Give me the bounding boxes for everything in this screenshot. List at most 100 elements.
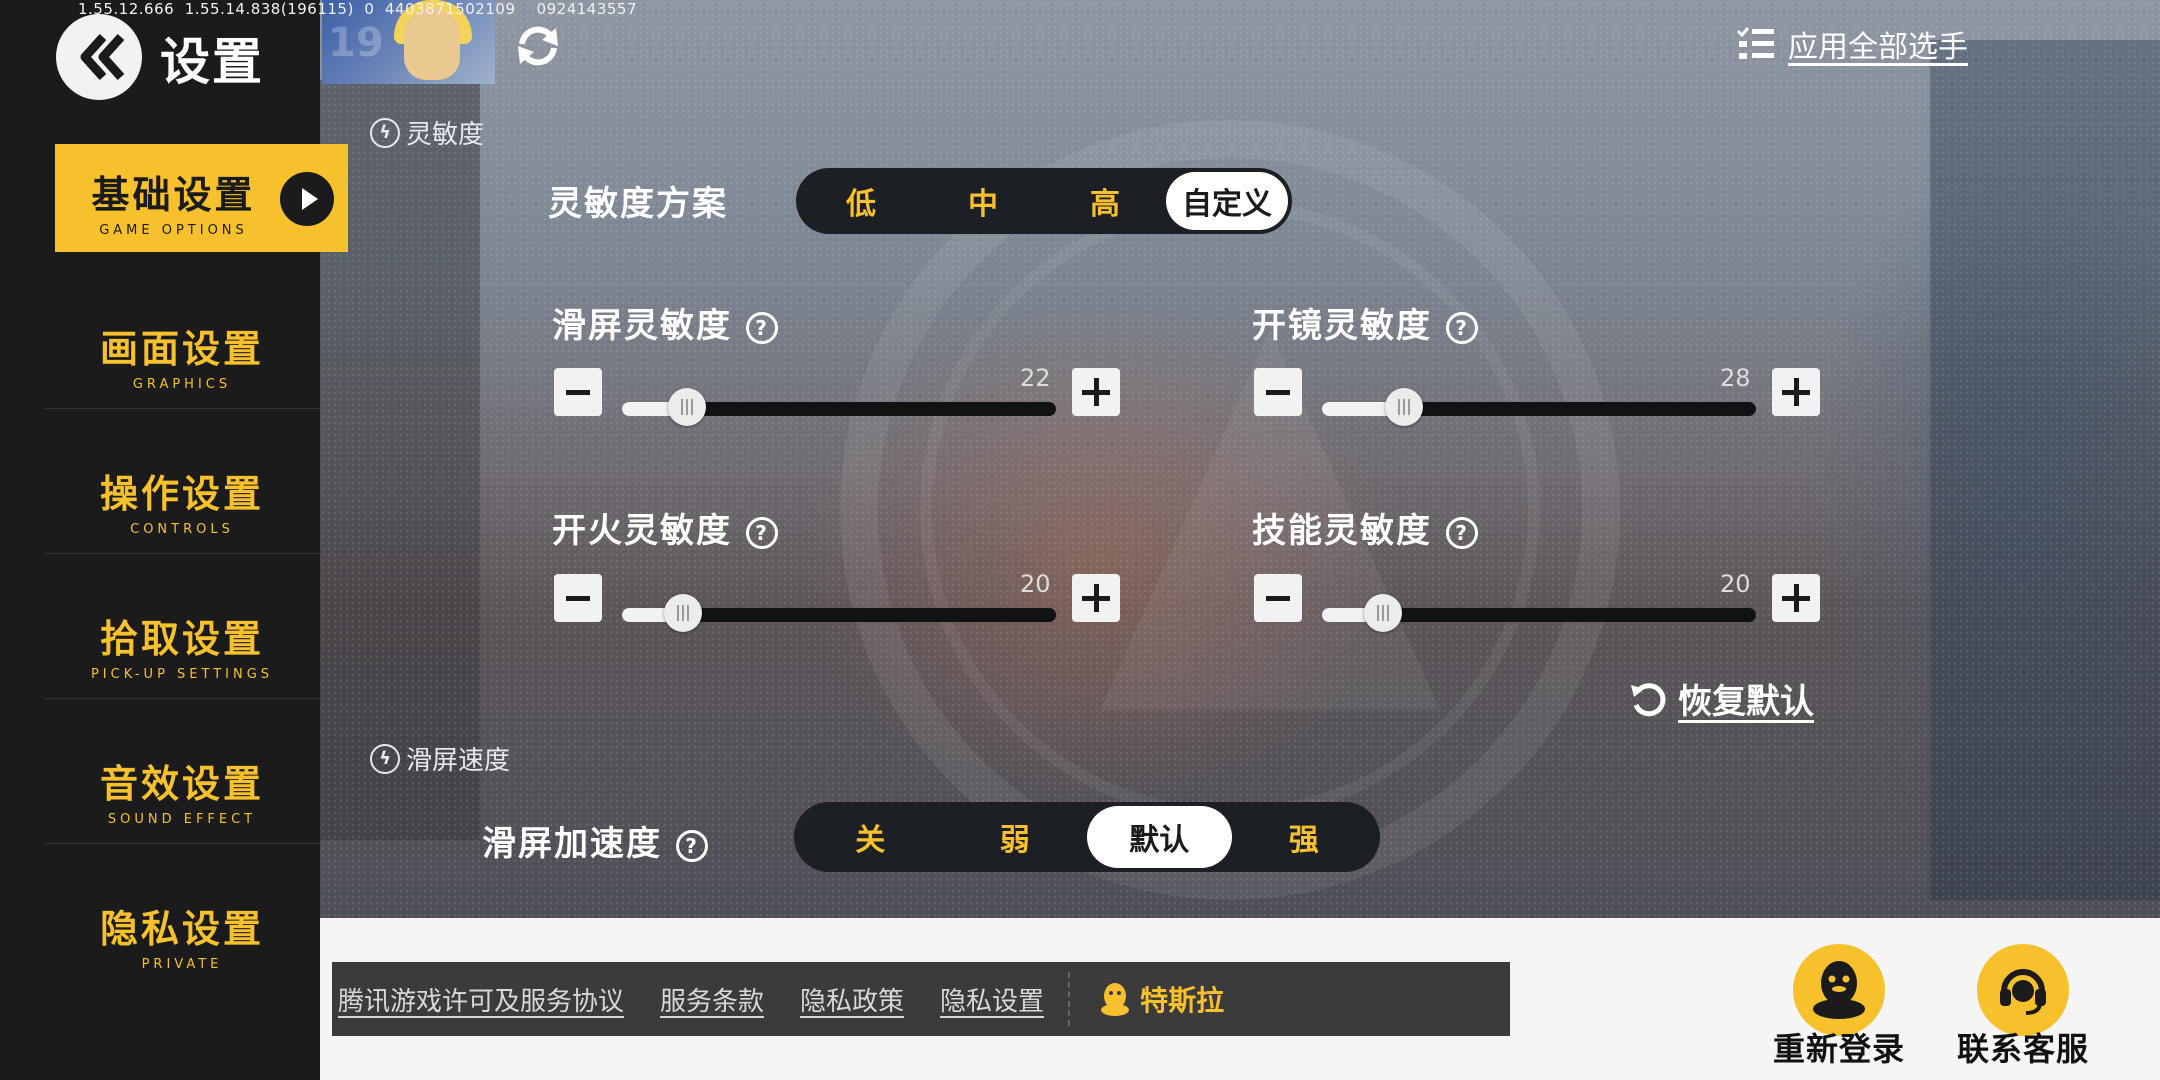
undo-icon <box>1631 682 1666 716</box>
fire-sensitivity-slider: 20 <box>554 570 1120 634</box>
increase-button[interactable] <box>1772 368 1820 416</box>
increase-button[interactable] <box>1072 368 1120 416</box>
slider-track[interactable] <box>1322 388 1756 426</box>
accel-option-weak[interactable]: 弱 <box>943 802 1088 872</box>
accel-option-strong[interactable]: 强 <box>1232 802 1377 872</box>
help-icon[interactable]: ? <box>746 516 778 549</box>
background-scene <box>320 0 2160 918</box>
sidebar-item-controls[interactable]: 操作设置 CONTROLS <box>44 443 320 554</box>
sidebar-item-label: 音效设置 <box>99 762 264 806</box>
accel-option-off[interactable]: 关 <box>798 802 943 872</box>
slider-label-text: 开镜灵敏度 <box>1252 306 1432 346</box>
background-dot-pattern <box>320 0 2160 918</box>
slider-handle[interactable] <box>668 388 707 426</box>
sidebar-item-sublabel: CONTROLS <box>130 522 234 537</box>
debug-version-text: 1.55.12.666 1.55.14.838(196115) 0 440387… <box>78 0 637 18</box>
sidebar-item-graphics[interactable]: 画面设置 GRAPHICS <box>44 298 320 409</box>
scheme-option-custom[interactable]: 自定义 <box>1166 172 1288 230</box>
help-icon[interactable]: ? <box>676 829 708 862</box>
slider-track[interactable] <box>622 388 1056 426</box>
relogin-circle <box>1793 944 1885 1036</box>
swipe-sensitivity-slider: 22 <box>554 364 1120 428</box>
decrease-button[interactable] <box>1254 368 1302 416</box>
scheme-label: 灵敏度方案 <box>548 184 728 224</box>
link-privacy-policy[interactable]: 隐私政策 <box>800 981 904 1018</box>
scheme-option-medium[interactable]: 中 <box>922 168 1044 234</box>
swipe-accel-text: 滑屏加速度 <box>482 824 662 864</box>
avatar-background-number: 19 <box>328 20 384 66</box>
section-header-sensitivity: ϟ 灵敏度 <box>370 114 484 151</box>
support-circle <box>1977 944 2069 1036</box>
sidebar-item-sound[interactable]: 音效设置 SOUND EFFECT <box>44 733 320 844</box>
scheme-option-low[interactable]: 低 <box>800 168 922 234</box>
sidebar-item-pickup[interactable]: 拾取设置 PICK-UP SETTINGS <box>44 588 320 699</box>
relogin-button[interactable]: 重新登录 <box>1754 944 1924 1070</box>
slider-value: 20 <box>1020 570 1051 598</box>
penguin-icon <box>1101 983 1130 1016</box>
bolt-icon: ϟ <box>370 117 400 148</box>
contact-support-button[interactable]: 联系客服 <box>1938 944 2108 1070</box>
relogin-label: 重新登录 <box>1772 1030 1905 1068</box>
apply-all-label: 应用全部选手 <box>1788 30 1968 65</box>
back-button[interactable] <box>56 14 142 100</box>
swipe-accel-label: 滑屏加速度? <box>482 816 708 865</box>
sidebar-item-label: 操作设置 <box>99 472 264 516</box>
section-title: 滑屏速度 <box>406 746 511 776</box>
username: 特斯拉 <box>1140 984 1225 1017</box>
sensitivity-scheme-selector[interactable]: 低 中 高 自定义 <box>796 168 1292 234</box>
sidebar-item-label: 画面设置 <box>99 327 264 371</box>
page-title: 设置 <box>160 33 264 91</box>
slider-label-scope: 开镜灵敏度? <box>1252 298 1478 347</box>
help-icon[interactable]: ? <box>746 311 778 344</box>
scheme-option-high[interactable]: 高 <box>1044 168 1166 234</box>
refresh-icon[interactable] <box>512 20 564 72</box>
swipe-accel-selector[interactable]: 关 弱 默认 强 <box>794 802 1380 872</box>
slider-value: 22 <box>1020 364 1051 392</box>
headset-icon <box>2000 969 2046 1015</box>
slider-handle[interactable] <box>1363 594 1402 632</box>
slider-label-skill: 技能灵敏度? <box>1252 503 1478 552</box>
increase-button[interactable] <box>1072 574 1120 622</box>
sidebar-item-sublabel: SOUND EFFECT <box>107 812 257 827</box>
link-terms-of-service[interactable]: 服务条款 <box>660 981 764 1018</box>
slider-label-text: 开火灵敏度 <box>552 511 732 551</box>
slider-handle[interactable] <box>1385 388 1424 426</box>
slider-track[interactable] <box>622 594 1056 632</box>
section-header-swipe-speed: ϟ 滑屏速度 <box>370 740 510 777</box>
sidebar-item-sublabel: GAME OPTIONS <box>99 223 248 238</box>
sidebar: 设置 基础设置 GAME OPTIONS 画面设置 GRAPHICS 操作设置 … <box>0 0 348 1080</box>
link-license-agreement[interactable]: 腾讯游戏许可及服务协议 <box>338 981 624 1018</box>
checklist-icon <box>1736 27 1774 59</box>
slider-value: 28 <box>1720 364 1751 392</box>
increase-button[interactable] <box>1772 574 1820 622</box>
slider-label-text: 滑屏灵敏度 <box>552 306 732 346</box>
restore-default-button[interactable]: 恢复默认 <box>1628 674 1814 723</box>
play-arrow-icon <box>280 172 334 226</box>
footer-divider <box>1068 972 1071 1026</box>
sidebar-item-game-options[interactable]: 基础设置 GAME OPTIONS <box>55 144 348 252</box>
decrease-button[interactable] <box>554 368 602 416</box>
sidebar-item-sublabel: PRIVATE <box>141 957 223 972</box>
accel-option-default[interactable]: 默认 <box>1087 806 1232 868</box>
sidebar-item-privacy[interactable]: 隐私设置 PRIVATE <box>44 878 320 988</box>
slider-handle[interactable] <box>663 594 702 632</box>
apply-all-players-button[interactable]: 应用全部选手 <box>1736 22 1968 66</box>
sidebar-item-label: 拾取设置 <box>99 617 264 661</box>
slider-track[interactable] <box>1322 594 1756 632</box>
slider-value: 20 <box>1720 570 1751 598</box>
slider-label-fire: 开火灵敏度? <box>552 503 778 552</box>
section-title: 灵敏度 <box>406 120 485 150</box>
decrease-button[interactable] <box>1254 574 1302 622</box>
sidebar-item-label: 隐私设置 <box>99 907 264 951</box>
user-account: 特斯拉 <box>1100 979 1224 1019</box>
avatar-face <box>404 8 460 80</box>
help-icon[interactable]: ? <box>1446 516 1478 549</box>
help-icon[interactable]: ? <box>1446 311 1478 344</box>
link-privacy-settings[interactable]: 隐私设置 <box>940 981 1044 1018</box>
scope-sensitivity-slider: 28 <box>1254 364 1820 428</box>
sidebar-item-sublabel: PICK-UP SETTINGS <box>90 667 274 682</box>
restore-default-label: 恢复默认 <box>1678 682 1814 722</box>
skill-sensitivity-slider: 20 <box>1254 570 1820 634</box>
penguin-icon <box>1813 961 1865 1019</box>
decrease-button[interactable] <box>554 574 602 622</box>
